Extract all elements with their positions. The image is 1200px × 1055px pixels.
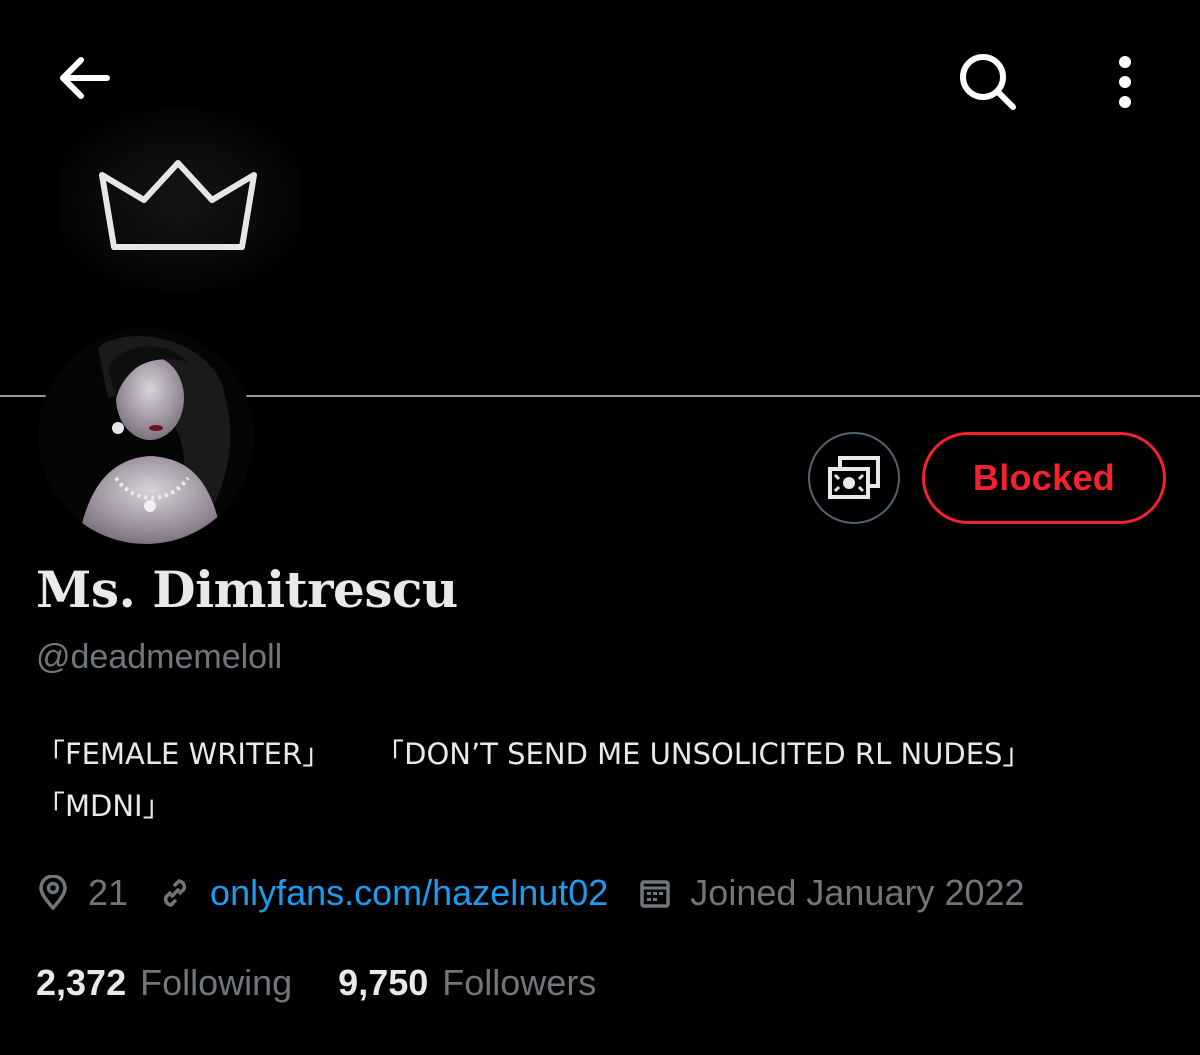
search-button[interactable]: [950, 44, 1026, 120]
followers-count: 9,750: [338, 962, 429, 1003]
followers-label: Followers: [442, 962, 597, 1003]
back-button[interactable]: [48, 48, 118, 108]
avatar-image: [38, 328, 254, 544]
bio-tag-female-writer: 「FEMALE WRITER」: [36, 737, 332, 771]
more-vertical-icon: [1119, 56, 1131, 108]
tip-button[interactable]: [808, 432, 900, 524]
crown-icon: [99, 160, 257, 250]
location-item: 21: [36, 872, 128, 914]
profile-bio: 「FEMALE WRITER」 「DON’T SEND ME UNSOLICITE…: [36, 728, 1176, 832]
more-options-button[interactable]: [1100, 44, 1150, 120]
followers-stat[interactable]: 9,750 Followers: [338, 962, 596, 1004]
joined-item: Joined January 2022: [638, 872, 1025, 914]
joined-date: Joined January 2022: [690, 872, 1025, 913]
arrow-left-icon: [60, 57, 110, 99]
follow-stats: 2,372 Following 9,750 Followers: [36, 962, 596, 1004]
bio-line-2: 「MDNI」: [36, 789, 172, 823]
profile-meta: 21 onlyfans.com/hazelnut02 Joined Januar…: [36, 872, 1025, 914]
following-stat[interactable]: 2,372 Following: [36, 962, 292, 1004]
location-pin-icon: [39, 875, 67, 911]
bio-tag-no-nudes: 「DON’T SEND ME UNSOLICITED RL NUDES」: [375, 737, 1032, 771]
username-handle: @deadmemeloll: [36, 638, 283, 676]
website-item[interactable]: onlyfans.com/hazelnut02: [158, 872, 608, 914]
display-name: Ms. Dimitrescu: [36, 560, 458, 619]
link-icon: [163, 879, 187, 907]
following-label: Following: [140, 962, 293, 1003]
search-icon: [960, 54, 1016, 110]
following-count: 2,372: [36, 962, 127, 1003]
avatar[interactable]: [38, 328, 254, 544]
money-icon: [828, 456, 880, 499]
blocked-button[interactable]: Blocked: [922, 432, 1166, 524]
bio-line-1: 「FEMALE WRITER」 「DON’T SEND ME UNSOLICITE…: [36, 728, 1176, 780]
location-text: 21: [88, 872, 129, 913]
blocked-button-label: Blocked: [972, 457, 1116, 498]
calendar-icon: [640, 880, 671, 908]
website-link[interactable]: onlyfans.com/hazelnut02: [210, 872, 608, 914]
